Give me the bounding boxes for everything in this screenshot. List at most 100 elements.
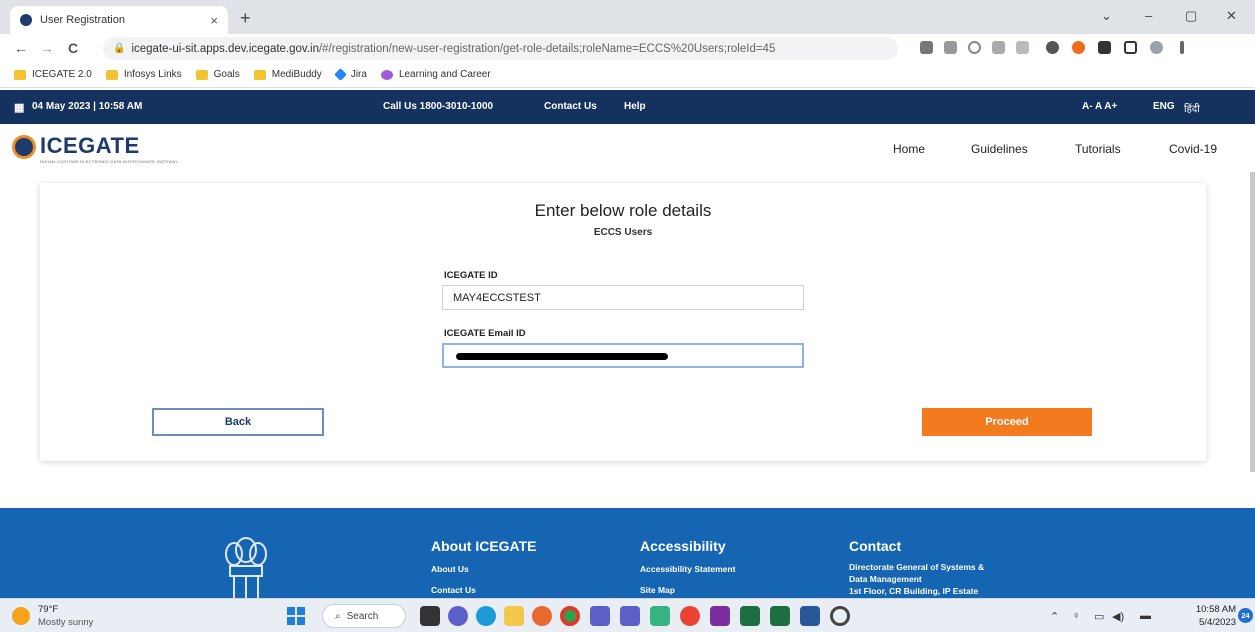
zoom-icon[interactable]: [968, 41, 981, 54]
word-icon[interactable]: [800, 606, 820, 626]
battery-icon[interactable]: ▬: [1140, 610, 1151, 622]
tray-chevron-icon[interactable]: ⌃: [1050, 610, 1059, 623]
new-tab-button[interactable]: +: [240, 8, 251, 29]
icegate-id-input[interactable]: [442, 285, 804, 310]
forward-arrow-icon[interactable]: →: [40, 40, 54, 56]
maximize-button[interactable]: ▢: [1185, 8, 1197, 24]
volume-icon[interactable]: ◀): [1112, 610, 1124, 623]
bookmark-learning[interactable]: Learning and Career: [380, 69, 491, 80]
address-bar[interactable]: 🔒 icegate-ui-sit.apps.dev.icegate.gov.in…: [103, 37, 898, 60]
extension-icon[interactable]: [1046, 41, 1059, 54]
folder-icon: [253, 69, 266, 80]
footer-accessibility-link[interactable]: Accessibility Statement: [640, 564, 735, 574]
excel-2-icon[interactable]: [770, 606, 790, 626]
share-icon[interactable]: [992, 41, 1005, 54]
puzzle-icon[interactable]: [1098, 41, 1111, 54]
site-topbar: ▦ 04 May 2023 | 10:58 AM Call Us 1800-30…: [0, 90, 1255, 124]
menu-dots-icon[interactable]: [1180, 41, 1184, 54]
footer-about-link[interactable]: About Us: [431, 564, 469, 574]
clock-time[interactable]: 10:58 AM: [1192, 604, 1236, 615]
folder-icon: [105, 69, 118, 80]
footer-accessibility-heading: Accessibility: [640, 538, 726, 554]
app-icon[interactable]: [650, 606, 670, 626]
learning-icon: [380, 69, 393, 80]
weather-condition: Mostly sunny: [38, 617, 94, 628]
back-arrow-icon[interactable]: ←: [14, 40, 28, 56]
logo-subtitle: INDIAN CUSTOMS ELECTRONIC DATA INTERCHAN…: [40, 159, 179, 164]
close-window-button[interactable]: ✕: [1226, 8, 1237, 24]
bookmark-label: Jira: [350, 69, 367, 80]
tab-close-icon[interactable]: ×: [210, 13, 218, 28]
file-explorer-icon[interactable]: [504, 606, 524, 626]
display-icon[interactable]: ▭: [1094, 610, 1104, 623]
bookmark-medibuddy[interactable]: MediBuddy: [253, 69, 322, 80]
bookmark-goals[interactable]: Goals: [195, 69, 240, 80]
key-icon[interactable]: [920, 41, 933, 54]
settings-gear-icon[interactable]: [830, 606, 850, 626]
folder-icon: [195, 69, 208, 80]
footer-contact-heading: Contact: [849, 538, 902, 554]
logo-text[interactable]: ICEGATE: [40, 133, 140, 159]
taskbar-search-label: Search: [346, 610, 379, 622]
icegate-logo-icon[interactable]: [12, 135, 36, 159]
bookmark-infosys[interactable]: Infosys Links: [105, 69, 182, 80]
notification-badge[interactable]: 24: [1238, 608, 1253, 623]
calendar-icon: ▦: [14, 102, 25, 114]
nav-tutorials[interactable]: Tutorials: [1075, 142, 1121, 156]
footer-contact-line: 1st Floor, CR Building, IP Estate: [849, 586, 979, 596]
nav-guidelines[interactable]: Guidelines: [971, 142, 1028, 156]
topbar-contact-link[interactable]: Contact Us: [544, 101, 597, 112]
star-icon[interactable]: [1016, 41, 1029, 54]
tab-search-icon[interactable]: ⌄: [1101, 8, 1112, 24]
topbar-help-link[interactable]: Help: [624, 101, 646, 112]
proceed-button[interactable]: Proceed: [922, 408, 1092, 436]
translate-icon[interactable]: [944, 41, 957, 54]
chat-icon[interactable]: [448, 606, 468, 626]
national-emblem-icon: [225, 537, 267, 598]
call-us[interactable]: Call Us 1800-3010-1000: [383, 101, 493, 112]
page-title: Enter below role details: [534, 201, 712, 220]
sidepanel-icon[interactable]: [1124, 41, 1137, 54]
onenote-icon[interactable]: [710, 606, 730, 626]
start-button[interactable]: [287, 607, 305, 625]
bookmark-label: ICEGATE 2.0: [32, 69, 92, 80]
taskbar-search[interactable]: ⌕ Search: [322, 604, 406, 628]
bookmark-icegate[interactable]: ICEGATE 2.0: [14, 69, 92, 80]
lang-hindi[interactable]: हिंदी: [1184, 101, 1200, 115]
teams-work-icon[interactable]: [620, 606, 640, 626]
footer-about-heading: About ICEGATE: [431, 538, 537, 554]
extension-orange-icon[interactable]: [1072, 41, 1085, 54]
tab-title: User Registration: [40, 14, 125, 26]
icegate-id-label: ICEGATE ID: [444, 270, 498, 281]
weather-sun-icon[interactable]: [12, 607, 30, 625]
app-red-icon[interactable]: [680, 606, 700, 626]
clock-date[interactable]: 5/4/2023: [1192, 617, 1236, 628]
excel-icon[interactable]: [740, 606, 760, 626]
folder-icon: [14, 69, 26, 80]
page-scrollbar[interactable]: [1250, 172, 1255, 472]
role-details-card: Enter below role details ECCS Users ICEG…: [40, 183, 1206, 461]
firefox-icon[interactable]: [532, 606, 552, 626]
lang-english[interactable]: ENG: [1153, 101, 1175, 112]
teams-icon[interactable]: [590, 606, 610, 626]
role-name: ECCS Users: [593, 227, 653, 238]
microphone-icon[interactable]: ♀: [1072, 610, 1080, 622]
email-input[interactable]: [442, 343, 804, 368]
bookmark-jira[interactable]: Jira: [333, 68, 367, 81]
chrome-icon[interactable]: [560, 606, 580, 626]
footer-contact-link[interactable]: Contact Us: [431, 585, 476, 595]
weather-temp: 79°F: [38, 604, 59, 615]
task-view-icon[interactable]: [420, 606, 440, 626]
nav-covid[interactable]: Covid-19: [1169, 142, 1217, 156]
profile-icon[interactable]: [1150, 41, 1163, 54]
reload-icon[interactable]: C: [68, 40, 78, 56]
font-size-controls[interactable]: A- A A+: [1082, 101, 1117, 112]
footer-sitemap-link[interactable]: Site Map: [640, 585, 675, 595]
back-button[interactable]: Back: [152, 408, 324, 436]
footer-contact-line: Directorate General of Systems &: [849, 562, 985, 572]
browser-tab[interactable]: User Registration ×: [10, 6, 228, 34]
edge-icon[interactable]: [476, 606, 496, 626]
nav-home[interactable]: Home: [893, 142, 925, 156]
url-host: icegate-ui-sit.apps.dev.icegate.gov.in: [131, 42, 319, 55]
minimize-button[interactable]: –: [1145, 8, 1152, 23]
